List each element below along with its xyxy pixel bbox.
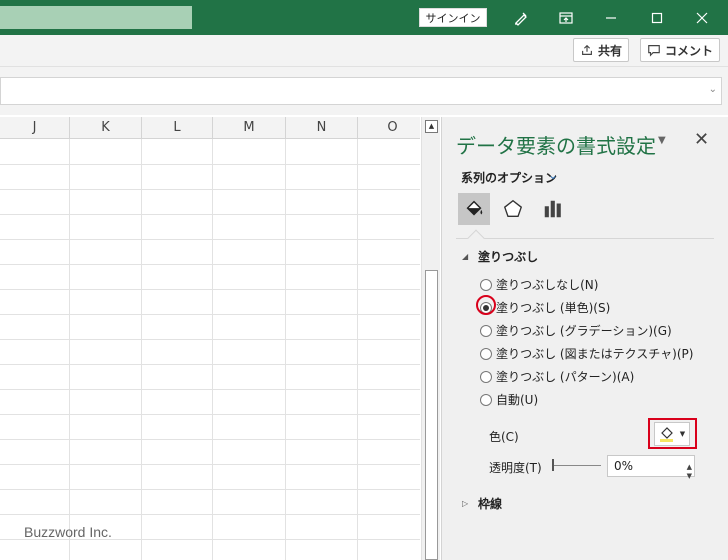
pane-options-icon[interactable]: ▼ <box>658 135 666 146</box>
signin-button[interactable]: サインイン <box>419 8 487 27</box>
expand-triangle-icon: ▷ <box>462 499 469 508</box>
ribbon-display-icon[interactable] <box>553 5 579 31</box>
transparency-input[interactable]: 0% ▲ ▼ <box>607 455 695 480</box>
format-data-point-pane: データ要素の書式設定 ▼ ✕ 系列のオプション ⌄ ◢ 塗りつぶし 塗りつぶしな… <box>441 117 728 560</box>
collapse-triangle-icon: ◢ <box>462 252 469 261</box>
pane-title: データ要素の書式設定 <box>456 134 656 158</box>
minimize-icon[interactable] <box>598 5 624 31</box>
pen-icon[interactable] <box>508 5 534 31</box>
radio-button[interactable] <box>480 370 492 383</box>
chevron-down-icon[interactable]: ⌄ <box>548 168 558 182</box>
comment-button[interactable]: コメント <box>640 38 721 62</box>
cell-grid[interactable] <box>0 139 420 560</box>
column-header[interactable]: L <box>142 117 213 139</box>
active-tab-pointer <box>467 229 485 247</box>
pane-divider <box>456 238 714 239</box>
fill-option-label: 塗りつぶし (グラデーション)(G) <box>496 324 672 338</box>
fill-section-label: 塗りつぶし <box>478 250 539 264</box>
column-header[interactable]: M <box>213 117 286 139</box>
effects-tab[interactable] <box>497 193 529 225</box>
series-options-tab[interactable] <box>537 193 569 225</box>
expand-formula-icon[interactable]: ⌄ <box>709 84 717 95</box>
title-search-box[interactable] <box>0 6 192 29</box>
transparency-slider-track[interactable] <box>553 465 601 466</box>
fill-option-label: 塗りつぶし (単色)(S) <box>496 301 611 315</box>
fill-option-gradient[interactable]: 塗りつぶし (グラデーション)(G) <box>480 322 672 339</box>
scroll-up-button[interactable]: ▲ <box>425 120 438 133</box>
comment-label: コメント <box>665 43 714 58</box>
title-bar: サインイン <box>0 0 728 35</box>
highlight-circle <box>476 295 496 315</box>
transparency-value: 0% <box>614 459 634 473</box>
column-header[interactable]: N <box>286 117 358 139</box>
effects-icon <box>503 199 523 218</box>
column-header[interactable]: O <box>358 117 420 139</box>
highlight-box <box>648 418 697 449</box>
vertical-scrollbar[interactable]: ▲ <box>421 117 440 560</box>
radio-button[interactable] <box>480 393 492 406</box>
ribbon-bar: 共有 コメント <box>0 35 728 67</box>
scroll-thumb[interactable] <box>425 270 438 560</box>
spin-down-icon[interactable]: ▼ <box>687 466 692 486</box>
fill-option-label: 塗りつぶし (図またはテクスチャ)(P) <box>496 347 694 361</box>
share-button[interactable]: 共有 <box>573 38 630 62</box>
share-label: 共有 <box>598 43 623 58</box>
radio-button[interactable] <box>480 347 492 360</box>
column-headers: J K L M N O <box>0 117 420 139</box>
column-header[interactable]: K <box>70 117 142 139</box>
comment-icon <box>648 45 660 57</box>
radio-button[interactable] <box>480 278 492 291</box>
fill-option-none[interactable]: 塗りつぶしなし(N) <box>480 276 598 293</box>
column-header[interactable]: J <box>0 117 70 139</box>
color-label: 色(C) <box>489 430 519 444</box>
fill-line-tab[interactable] <box>458 193 490 225</box>
fill-line-icon <box>466 200 483 216</box>
maximize-icon[interactable] <box>644 5 670 31</box>
close-icon[interactable] <box>689 5 715 31</box>
transparency-slider-knob[interactable] <box>552 459 554 471</box>
pane-close-icon[interactable]: ✕ <box>694 129 709 150</box>
fill-option-solid[interactable]: 塗りつぶし (単色)(S) <box>480 299 610 316</box>
series-options-dropdown[interactable]: 系列のオプション <box>461 169 557 186</box>
radio-button[interactable] <box>480 324 492 337</box>
fill-option-auto[interactable]: 自動(U) <box>480 391 538 408</box>
fill-option-label: 自動(U) <box>496 393 539 407</box>
fill-option-picture[interactable]: 塗りつぶし (図またはテクスチャ)(P) <box>480 345 693 362</box>
fill-option-pattern[interactable]: 塗りつぶし (パターン)(A) <box>480 368 634 385</box>
watermark: Buzzword Inc. <box>24 524 112 540</box>
fill-section-header[interactable]: ◢ 塗りつぶし <box>462 248 538 265</box>
spreadsheet: J K L M N O Buzzword Inc. <box>0 117 420 560</box>
series-options-icon <box>544 200 561 218</box>
transparency-label: 透明度(T) <box>489 461 542 475</box>
formula-area: ⌄ <box>0 67 728 115</box>
border-section-header[interactable]: ▷ 枠線 <box>462 495 502 512</box>
share-icon <box>582 44 592 55</box>
formula-input[interactable]: ⌄ <box>0 77 722 105</box>
fill-option-label: 塗りつぶしなし(N) <box>496 278 599 292</box>
fill-option-label: 塗りつぶし (パターン)(A) <box>496 370 635 384</box>
border-section-label: 枠線 <box>478 497 503 511</box>
